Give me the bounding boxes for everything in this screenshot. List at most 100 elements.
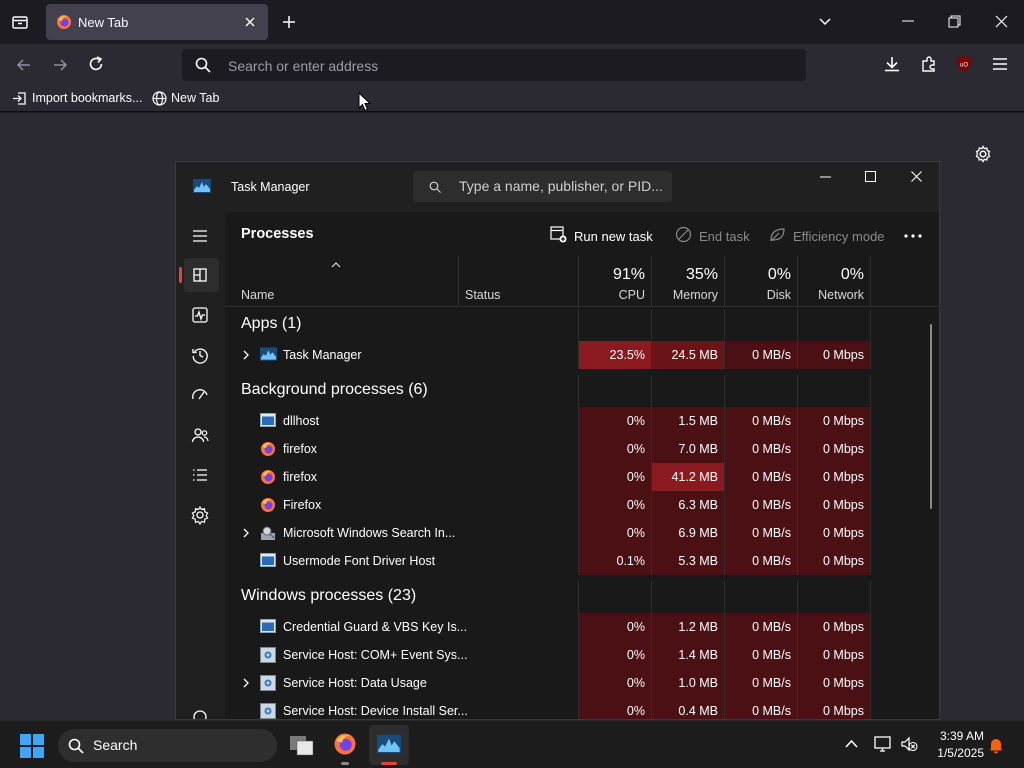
column-header-memory[interactable]: 35% Memory	[652, 256, 725, 306]
spacer	[725, 581, 798, 613]
expand-chevron-icon[interactable]	[242, 527, 250, 539]
table-row[interactable]: Firefox 0% 6.3 MB 0 MB/s 0 Mbps	[225, 491, 939, 519]
bookmarks-toolbar: Import bookmarks... New Tab	[0, 86, 1024, 112]
network-cell: 0 Mbps	[798, 341, 871, 369]
leaf-icon	[769, 226, 786, 243]
task-manager-taskbar-icon[interactable]	[377, 734, 401, 754]
clock-date[interactable]: 1/5/2025	[922, 746, 984, 760]
notification-bell-icon[interactable]	[988, 736, 1004, 754]
status-cell	[459, 519, 579, 547]
spacer	[652, 581, 725, 613]
table-row[interactable]: Service Host: COM+ Event Sys... 0% 1.4 M…	[225, 641, 939, 669]
startup-apps-nav-icon[interactable]	[190, 385, 210, 405]
address-bar[interactable]: Search or enter address	[182, 49, 806, 81]
extensions-icon[interactable]	[920, 55, 938, 73]
table-row[interactable]: firefox 0% 41.2 MB 0 MB/s 0 Mbps	[225, 463, 939, 491]
table-row[interactable]: Microsoft Windows Search In... 0% 6.9 MB…	[225, 519, 939, 547]
service-host-gear-icon	[260, 647, 277, 663]
list-all-tabs-chevron-icon[interactable]	[818, 15, 832, 29]
taskbar-search-box[interactable]: Search	[58, 729, 277, 762]
network-cell: 0 Mbps	[798, 613, 871, 641]
reload-icon[interactable]	[87, 55, 105, 73]
tm-close-icon[interactable]	[911, 171, 922, 182]
status-cell	[459, 547, 579, 575]
cpu-cell: 0%	[579, 491, 652, 519]
performance-nav-icon[interactable]	[190, 305, 210, 325]
close-tab-icon[interactable]	[244, 16, 256, 28]
table-row[interactable]: Usermode Font Driver Host 0.1% 5.3 MB 0 …	[225, 547, 939, 575]
restore-icon[interactable]	[948, 15, 961, 28]
tm-minimize-icon[interactable]	[820, 176, 831, 178]
processes-nav-icon[interactable]	[190, 265, 210, 285]
spacer	[579, 309, 652, 341]
processes-pane: Processes Run new task End task Efficien…	[225, 212, 939, 719]
more-options-icon[interactable]	[904, 234, 922, 238]
forward-arrow-icon[interactable]	[51, 56, 69, 74]
memory-cell: 7.0 MB	[652, 435, 725, 463]
cpu-cell: 0%	[579, 669, 652, 697]
column-label-memory: Memory	[672, 288, 718, 302]
volume-muted-icon[interactable]	[900, 736, 918, 752]
column-header-disk[interactable]: 0% Disk	[725, 256, 798, 306]
tm-maximize-icon[interactable]	[865, 171, 876, 182]
new-tab-plus-icon[interactable]	[281, 14, 297, 30]
windows-start-icon[interactable]	[20, 734, 44, 758]
spacer	[579, 581, 652, 613]
firefox-taskbar-icon[interactable]	[333, 732, 357, 756]
status-cell	[459, 435, 579, 463]
column-header-cpu[interactable]: 91% CPU	[579, 256, 652, 306]
back-arrow-icon[interactable]	[15, 56, 33, 74]
show-hidden-icons-chevron-icon[interactable]	[845, 739, 858, 748]
column-label-name: Name	[241, 288, 275, 302]
status-cell	[459, 463, 579, 491]
sort-up-chevron-icon	[331, 262, 341, 268]
table-row[interactable]: dllhost 0% 1.5 MB 0 MB/s 0 Mbps	[225, 407, 939, 435]
spacer	[652, 309, 725, 341]
table-row[interactable]: Credential Guard & VBS Key Is... 0% 1.2 …	[225, 613, 939, 641]
process-search-input[interactable]: Type a name, publisher, or PID...	[413, 171, 672, 202]
end-task-label: End task	[699, 229, 750, 244]
process-list-scrollbar[interactable]	[930, 324, 932, 509]
browser-nav-bar: Search or enter address uO	[0, 44, 1024, 86]
bookmark-import[interactable]: Import bookmarks...	[32, 91, 142, 105]
close-window-icon[interactable]	[995, 15, 1008, 28]
spacer	[652, 375, 725, 407]
cpu-cell: 0.1%	[579, 547, 652, 575]
ublock-origin-icon[interactable]: uO	[955, 55, 973, 73]
page-settings-gear-icon[interactable]	[974, 145, 992, 163]
column-header-status[interactable]: Status	[459, 256, 579, 306]
spacer	[459, 375, 579, 407]
network-status-icon[interactable]	[874, 736, 892, 752]
disk-cell: 0 MB/s	[725, 435, 798, 463]
table-row[interactable]: Task Manager 23.5% 24.5 MB 0 MB/s 0 Mbps	[225, 341, 939, 369]
group-header-windows: Windows processes (23)	[225, 581, 939, 613]
firefox-icon	[260, 497, 277, 513]
users-nav-icon[interactable]	[190, 425, 210, 445]
tab-list-icon[interactable]	[11, 13, 29, 31]
column-label-cpu: CPU	[618, 288, 645, 302]
header-bottom-divider	[225, 306, 939, 307]
group-label: Apps (1)	[241, 315, 302, 332]
expand-chevron-icon[interactable]	[242, 677, 250, 689]
minimize-icon[interactable]	[902, 20, 914, 22]
column-header-name[interactable]: Name	[225, 256, 459, 306]
table-row[interactable]: Service Host: Device Install Ser... 0% 0…	[225, 697, 939, 719]
active-nav-indicator	[179, 267, 182, 283]
clock-time[interactable]: 3:39 AM	[930, 729, 984, 743]
details-nav-icon[interactable]	[190, 465, 210, 485]
services-nav-icon[interactable]	[190, 505, 210, 525]
menu-hamburger-icon[interactable]	[992, 57, 1008, 71]
hamburger-menu-icon[interactable]	[190, 226, 210, 246]
bookmark-new-tab[interactable]: New Tab	[171, 91, 219, 105]
app-history-nav-icon[interactable]	[190, 345, 210, 365]
tab-new-tab[interactable]: New Tab	[46, 4, 268, 40]
task-view-icon[interactable]	[289, 733, 314, 757]
memory-cell: 1.0 MB	[652, 669, 725, 697]
memory-cell: 41.2 MB	[652, 463, 725, 491]
table-row[interactable]: Service Host: Data Usage 0% 1.0 MB 0 MB/…	[225, 669, 939, 697]
downloads-icon[interactable]	[883, 55, 901, 73]
column-header-network[interactable]: 0% Network	[798, 256, 871, 306]
table-row[interactable]: firefox 0% 7.0 MB 0 MB/s 0 Mbps	[225, 435, 939, 463]
expand-chevron-icon[interactable]	[242, 349, 250, 361]
settings-nav-icon[interactable]	[190, 707, 210, 719]
